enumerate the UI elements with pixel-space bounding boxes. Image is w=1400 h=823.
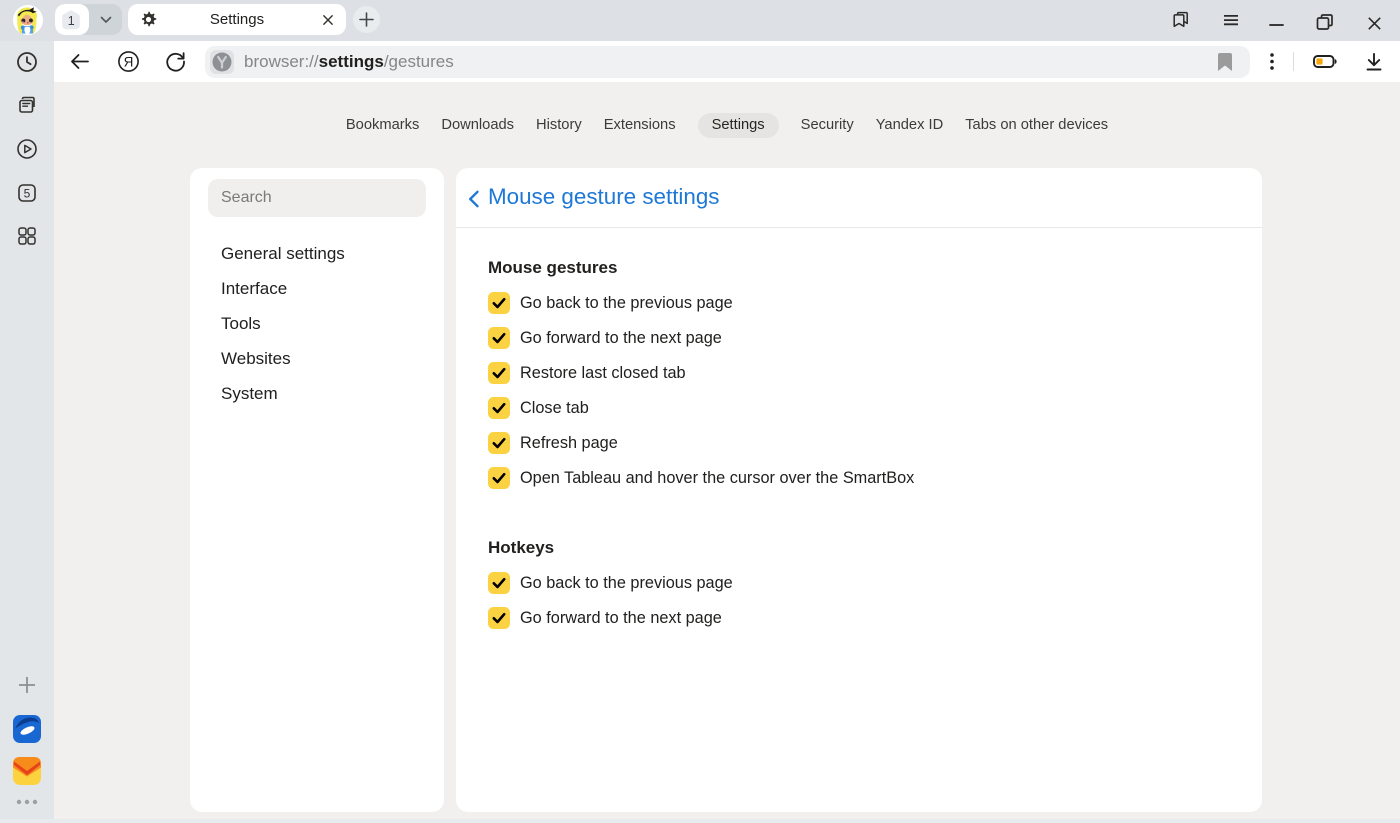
svg-text:5: 5 xyxy=(24,186,31,200)
svg-text:1: 1 xyxy=(68,14,75,28)
svg-text:Я: Я xyxy=(124,54,134,69)
